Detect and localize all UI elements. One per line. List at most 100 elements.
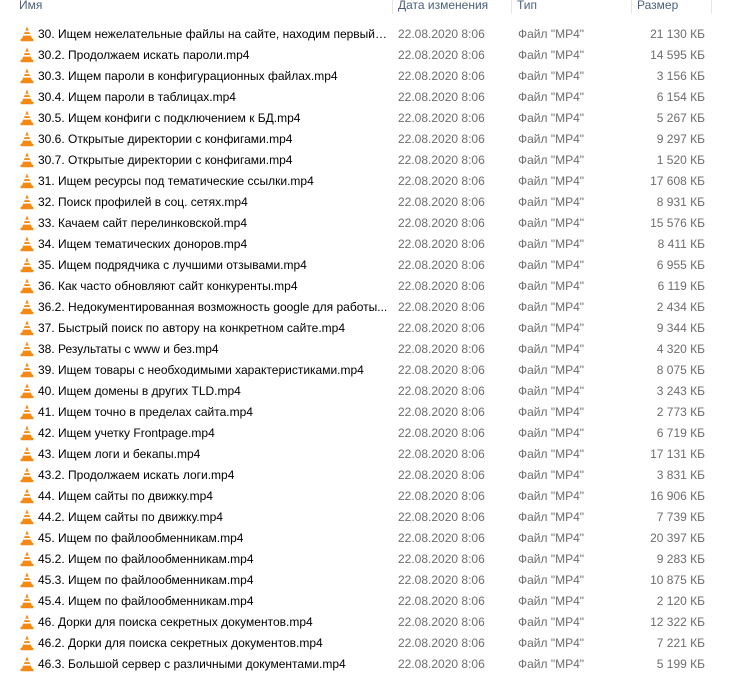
file-row[interactable]: 46.3. Большой сервер с различными докуме…: [0, 654, 754, 675]
file-size: 17 131 КБ: [650, 447, 705, 461]
file-row[interactable]: 40. Ищем домены в других TLD.mp4 22.08.20…: [0, 381, 754, 402]
file-date-modified: 22.08.2020 8:06: [398, 636, 485, 650]
vlc-cone-icon: [19, 509, 35, 525]
file-row[interactable]: 43.2. Продолжаем искать логи.mp4 22.08.20…: [0, 465, 754, 486]
file-date-modified: 22.08.2020 8:06: [398, 657, 485, 671]
vlc-cone-icon: [19, 635, 35, 651]
vlc-cone-icon: [19, 299, 35, 315]
file-row[interactable]: 30.4. Ищем пароли в таблицах.mp4 22.08.20…: [0, 87, 754, 108]
file-row[interactable]: 45. Ищем по файлообменникам.mp4 22.08.202…: [0, 528, 754, 549]
file-name: 39. Ищем товары с необходимыми характери…: [38, 363, 364, 377]
file-type: Файл "MP4": [518, 111, 585, 125]
file-type: Файл "MP4": [518, 132, 585, 146]
file-row[interactable]: 32. Поиск профилей в соц. сетях.mp4 22.08…: [0, 192, 754, 213]
file-type: Файл "MP4": [518, 279, 585, 293]
file-size: 15 576 КБ: [650, 216, 705, 230]
file-name: 30.7. Открытые директории с конфигами.mp…: [38, 153, 293, 167]
file-name: 30.6. Открытые директории с конфигами.mp…: [38, 132, 293, 146]
file-row[interactable]: 44.2. Ищем сайты по движку.mp4 22.08.2020…: [0, 507, 754, 528]
file-row[interactable]: 35. Ищем подрядчика с лучшими отзывами.m…: [0, 255, 754, 276]
file-row[interactable]: 36.2. Недокументированная возможность go…: [0, 297, 754, 318]
file-type: Файл "MP4": [518, 174, 585, 188]
file-type: Файл "MP4": [518, 300, 585, 314]
column-header-date[interactable]: Дата изменения: [392, 0, 511, 14]
file-size: 6 119 КБ: [657, 279, 705, 293]
file-date-modified: 22.08.2020 8:06: [398, 342, 485, 356]
file-row[interactable]: 41. Ищем точно в пределах сайта.mp4 22.08…: [0, 402, 754, 423]
vlc-cone-icon: [19, 152, 35, 168]
file-row[interactable]: 46. Дорки для поиска секретных документо…: [0, 612, 754, 633]
file-row[interactable]: 39. Ищем товары с необходимыми характери…: [0, 360, 754, 381]
file-row[interactable]: 46.2. Дорки для поиска секретных докумен…: [0, 633, 754, 654]
file-date-modified: 22.08.2020 8:06: [398, 48, 485, 62]
file-name: 46.3. Большой сервер с различными докуме…: [38, 657, 346, 671]
vlc-cone-icon: [19, 446, 35, 462]
file-type: Файл "MP4": [518, 258, 585, 272]
file-name: 38. Результаты с www и без.mp4: [38, 342, 219, 356]
file-name: 33. Качаем сайт перелинковской.mp4: [38, 216, 247, 230]
vlc-cone-icon: [19, 215, 35, 231]
file-row[interactable]: 44. Ищем сайты по движку.mp4 22.08.2020 8…: [0, 486, 754, 507]
file-row[interactable]: 43. Ищем логи и бекапы.mp4 22.08.2020 8:0…: [0, 444, 754, 465]
file-row[interactable]: 30.5. Ищем конфиги с подключением к БД.m…: [0, 108, 754, 129]
vlc-cone-icon: [19, 110, 35, 126]
file-name: 36. Как часто обновляют сайт конкуренты.…: [38, 279, 298, 293]
file-size: 6 154 КБ: [656, 90, 705, 104]
file-size: 21 130 КБ: [650, 27, 705, 41]
file-name: 32. Поиск профилей в соц. сетях.mp4: [38, 195, 248, 209]
file-row[interactable]: 45.2. Ищем по файлообменникам.mp4 22.08.2…: [0, 549, 754, 570]
file-size: 2 434 КБ: [656, 300, 705, 314]
file-row[interactable]: 30.6. Открытые директории с конфигами.mp…: [0, 129, 754, 150]
file-date-modified: 22.08.2020 8:06: [398, 195, 485, 209]
file-row[interactable]: 30.7. Открытые директории с конфигами.mp…: [0, 150, 754, 171]
file-size: 1 520 КБ: [656, 153, 705, 167]
vlc-cone-icon: [19, 656, 35, 672]
file-type: Файл "MP4": [518, 636, 585, 650]
file-row[interactable]: 36. Как часто обновляют сайт конкуренты.…: [0, 276, 754, 297]
file-row[interactable]: 34. Ищем тематических доноров.mp4 22.08.2…: [0, 234, 754, 255]
file-type: Файл "MP4": [518, 363, 585, 377]
file-row[interactable]: 38. Результаты с www и без.mp4 22.08.2020…: [0, 339, 754, 360]
file-name: 35. Ищем подрядчика с лучшими отзывами.m…: [38, 258, 307, 272]
file-date-modified: 22.08.2020 8:06: [398, 363, 485, 377]
file-row[interactable]: 45.4. Ищем по файлообменникам.mp4 22.08.2…: [0, 591, 754, 612]
file-date-modified: 22.08.2020 8:06: [398, 237, 485, 251]
file-size: 8 931 КБ: [656, 195, 705, 209]
file-row[interactable]: 30. Ищем нежелательные файлы на сайте, н…: [0, 24, 754, 45]
vlc-cone-icon: [19, 572, 35, 588]
file-name: 44.2. Ищем сайты по движку.mp4: [38, 510, 223, 524]
file-date-modified: 22.08.2020 8:06: [398, 279, 485, 293]
file-row[interactable]: 42. Ищем учетку Frontpage.mp4 22.08.2020 …: [0, 423, 754, 444]
vlc-cone-icon: [19, 530, 35, 546]
file-type: Файл "MP4": [518, 153, 585, 167]
file-type: Файл "MP4": [518, 510, 585, 524]
file-row[interactable]: 31. Ищем ресурсы под тематические ссылки…: [0, 171, 754, 192]
vlc-cone-icon: [19, 404, 35, 420]
column-header-type[interactable]: Тип: [511, 0, 631, 14]
file-row[interactable]: 30.2. Продолжаем искать пароли.mp4 22.08.…: [0, 45, 754, 66]
file-size: 3 831 КБ: [656, 468, 705, 482]
vlc-cone-icon: [19, 131, 35, 147]
column-header-size[interactable]: Размер: [631, 0, 712, 14]
file-type: Файл "MP4": [518, 447, 585, 461]
file-name: 30.3. Ищем пароли в конфигурационных фай…: [38, 69, 338, 83]
vlc-cone-icon: [19, 383, 35, 399]
file-size: 2 120 КБ: [656, 594, 705, 608]
file-date-modified: 22.08.2020 8:06: [398, 111, 485, 125]
file-name: 36.2. Недокументированная возможность go…: [38, 300, 388, 314]
file-row[interactable]: 45.3. Ищем по файлообменникам.mp4 22.08.2…: [0, 570, 754, 591]
file-date-modified: 22.08.2020 8:06: [398, 90, 485, 104]
file-date-modified: 22.08.2020 8:06: [398, 573, 485, 587]
file-type: Файл "MP4": [518, 384, 585, 398]
vlc-cone-icon: [19, 68, 35, 84]
column-header-name[interactable]: Имя: [14, 0, 392, 14]
file-size: 20 397 КБ: [650, 531, 705, 545]
file-type: Файл "MP4": [518, 27, 585, 41]
file-row[interactable]: 37. Быстрый поиск по автору на конкретно…: [0, 318, 754, 339]
file-row[interactable]: 33. Качаем сайт перелинковской.mp4 22.08.…: [0, 213, 754, 234]
file-size: 7 221 КБ: [656, 636, 705, 650]
file-row[interactable]: 30.3. Ищем пароли в конфигурационных фай…: [0, 66, 754, 87]
vlc-cone-icon: [19, 362, 35, 378]
file-date-modified: 22.08.2020 8:06: [398, 594, 485, 608]
file-name: 46.2. Дорки для поиска секретных докумен…: [38, 636, 323, 650]
